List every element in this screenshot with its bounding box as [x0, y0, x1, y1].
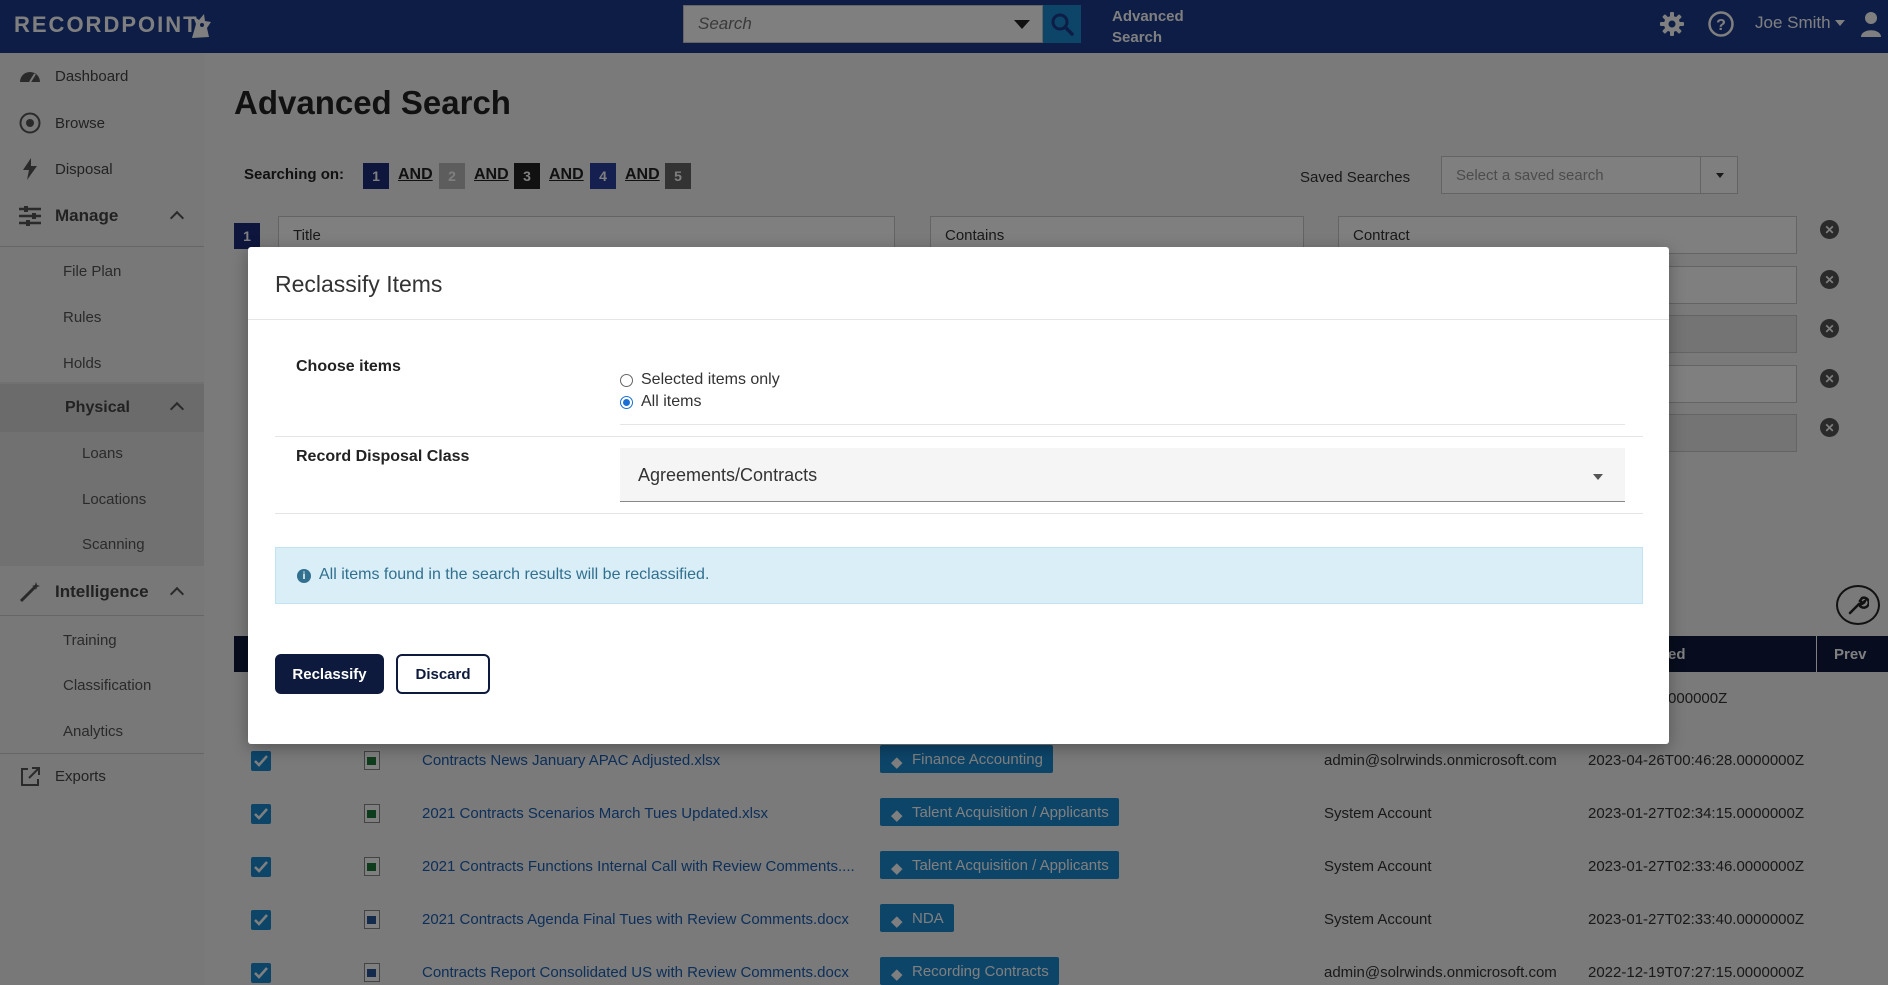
radio-label: All items: [641, 393, 702, 410]
radio-button[interactable]: [620, 395, 633, 409]
record-disposal-class-select[interactable]: Agreements/Contracts: [620, 448, 1625, 502]
divider: [275, 436, 1643, 437]
radio-label: Selected items only: [641, 371, 780, 388]
discard-button[interactable]: Discard: [396, 654, 490, 694]
info-alert: i All items found in the search results …: [275, 547, 1643, 604]
divider: [248, 319, 1669, 320]
info-text: All items found in the search results wi…: [319, 566, 710, 583]
divider: [275, 513, 1643, 514]
dialog-title: Reclassify Items: [275, 271, 443, 297]
info-icon: i: [297, 569, 311, 583]
divider: [620, 424, 1625, 425]
radio-selected-items[interactable]: Selected items only: [620, 371, 780, 389]
record-disposal-class-label: Record Disposal Class: [296, 448, 470, 465]
choose-items-label: Choose items: [296, 358, 401, 375]
radio-button[interactable]: [620, 373, 633, 387]
radio-all-items[interactable]: All items: [620, 393, 701, 411]
record-disposal-class-value: Agreements/Contracts: [638, 465, 818, 485]
reclassify-button[interactable]: Reclassify: [275, 654, 384, 694]
reclassify-dialog: Reclassify Items Choose items Selected i…: [248, 247, 1669, 744]
chevron-down-icon[interactable]: [1593, 474, 1603, 480]
